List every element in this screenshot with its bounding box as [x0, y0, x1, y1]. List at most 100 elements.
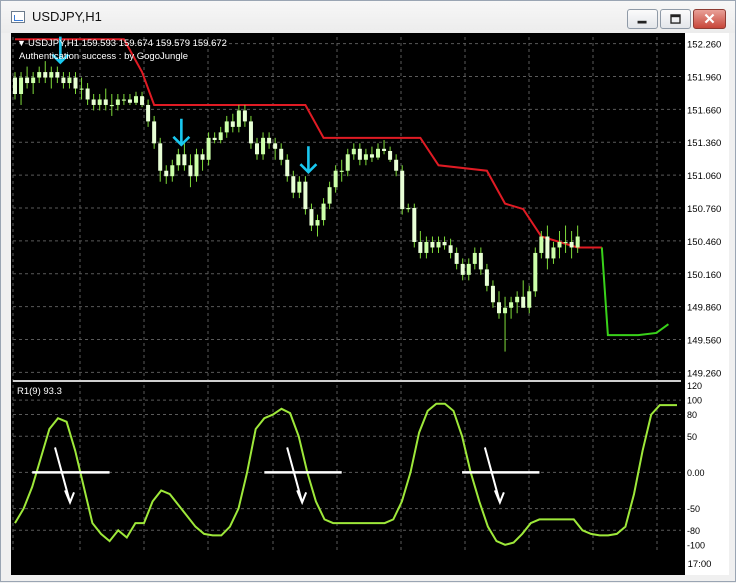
candle-body	[158, 143, 163, 171]
candle-body	[146, 104, 151, 122]
candle-body	[563, 241, 568, 244]
candle-body	[315, 220, 320, 226]
grid-lines	[12, 37, 681, 552]
candle-body	[412, 208, 417, 242]
candle-body	[152, 121, 157, 144]
candle-body	[255, 143, 259, 155]
sell-arrow-icon	[172, 118, 191, 147]
candle-body	[134, 96, 138, 103]
candle-body	[466, 263, 471, 275]
candle-body	[206, 137, 211, 160]
candle-body	[539, 236, 544, 253]
candle-body	[521, 296, 526, 308]
sell-arrow-shape	[172, 118, 191, 147]
candle-body	[369, 154, 374, 158]
candle-body	[55, 72, 60, 78]
candle-body	[309, 209, 314, 226]
candle-body	[406, 208, 411, 210]
trailing-stop-line	[15, 38, 602, 249]
candle-body	[321, 203, 326, 221]
candle-body	[170, 165, 175, 177]
candle-body	[533, 252, 538, 292]
symbol-dropdown-icon[interactable]: ▼	[17, 38, 26, 48]
candle-body	[127, 99, 132, 103]
candle-body	[345, 154, 350, 171]
osc-tick-label: -100	[687, 540, 705, 550]
candle-body	[478, 252, 483, 270]
price-tick-label: 149.560	[687, 336, 721, 347]
candle-body	[31, 77, 36, 84]
candle-body	[164, 170, 169, 177]
candle-body	[327, 187, 332, 204]
candle-body	[37, 72, 42, 78]
price-tick-label: 150.460	[687, 237, 721, 248]
candle-body	[382, 148, 387, 151]
osc-tick-label: 100	[687, 396, 702, 406]
candle-body	[551, 247, 556, 259]
time-tick-label: 15 Oct 17:00	[273, 559, 327, 570]
candle-body	[497, 302, 501, 314]
candle-body	[472, 252, 477, 264]
time-tick-label: 14 Oct 2025	[13, 559, 65, 570]
candle-body	[61, 77, 66, 84]
candle-body	[267, 137, 272, 144]
chart-window: USDJPY,H1 152.260 151.960 151.660 151.360 15…	[0, 0, 736, 582]
candle-body	[557, 241, 562, 248]
osc-tick-label: -80	[687, 526, 700, 536]
candle-body	[182, 154, 187, 166]
price-tick-label: 151.960	[687, 72, 721, 83]
time-tick-label: 16 Oct 17:00	[465, 559, 519, 570]
candle-body	[442, 241, 447, 246]
price-tick-label: 150.160	[687, 270, 721, 281]
sell-arrow-icon	[299, 146, 318, 175]
price-tick-label: 151.660	[687, 105, 721, 116]
osc-tick-label: 120	[687, 381, 702, 391]
candle-body	[357, 148, 362, 160]
candle-body	[13, 77, 17, 94]
price-axis: 152.260 151.960 151.660 151.360 151.060 150.7…	[681, 40, 721, 379]
candle-body	[67, 77, 72, 84]
candle-body	[115, 99, 120, 105]
candle-body	[218, 132, 223, 141]
chart-svg: 152.260 151.960 151.660 151.360 151.060 150.7…	[12, 36, 721, 570]
candle-body	[448, 245, 453, 253]
candle-body	[176, 154, 181, 166]
candle-body	[212, 137, 217, 141]
osc-down-arrow-icon	[483, 447, 505, 506]
candle-body	[140, 96, 145, 105]
time-tick-label: 16 Oct 01:00	[337, 559, 391, 570]
candle-body	[230, 121, 235, 127]
candle-body	[200, 154, 205, 160]
osc-tick-label: 0.00	[687, 468, 705, 478]
candle-body	[91, 99, 96, 105]
candle-body	[515, 296, 520, 303]
candle-body	[351, 148, 356, 155]
osc-down-arrow-icon	[54, 447, 75, 506]
candle-body	[19, 77, 24, 94]
osc-tick-label: 50	[687, 432, 697, 442]
candle-body	[25, 77, 30, 84]
oscillator-panel: 120 100 80 50 0.00 -50 -80 -100	[14, 381, 705, 550]
candle-body	[248, 121, 253, 144]
osc-tick-label: 80	[687, 410, 697, 420]
time-axis: 14 Oct 2025 14 Oct 17:00 15 Oct 01:00 15 Oc…	[12, 552, 711, 570]
candle-body	[285, 159, 290, 177]
candle-body	[509, 302, 514, 308]
candle-body	[333, 170, 338, 188]
candle-body	[242, 110, 247, 122]
candle-body	[376, 148, 380, 158]
time-tick-label: 15 Oct 09:00	[208, 559, 262, 570]
candle-body	[400, 170, 405, 210]
time-tick-label: 15 Oct 01:00	[144, 559, 198, 570]
candle-body	[527, 291, 532, 308]
time-tick-label: 17 Oct 17:00	[657, 559, 711, 570]
candle-body	[194, 154, 199, 177]
trailing-stop-series	[15, 38, 669, 337]
candle-body	[503, 307, 508, 314]
chart-header: USDJPY,H1 159.593 159.674 159.579 159.67…	[28, 38, 227, 49]
candle-body	[430, 241, 435, 248]
price-tick-label: 152.260	[687, 40, 721, 51]
panel-separator	[13, 380, 681, 382]
price-tick-label: 150.760	[687, 204, 721, 215]
price-tick-label: 149.260	[687, 368, 721, 379]
